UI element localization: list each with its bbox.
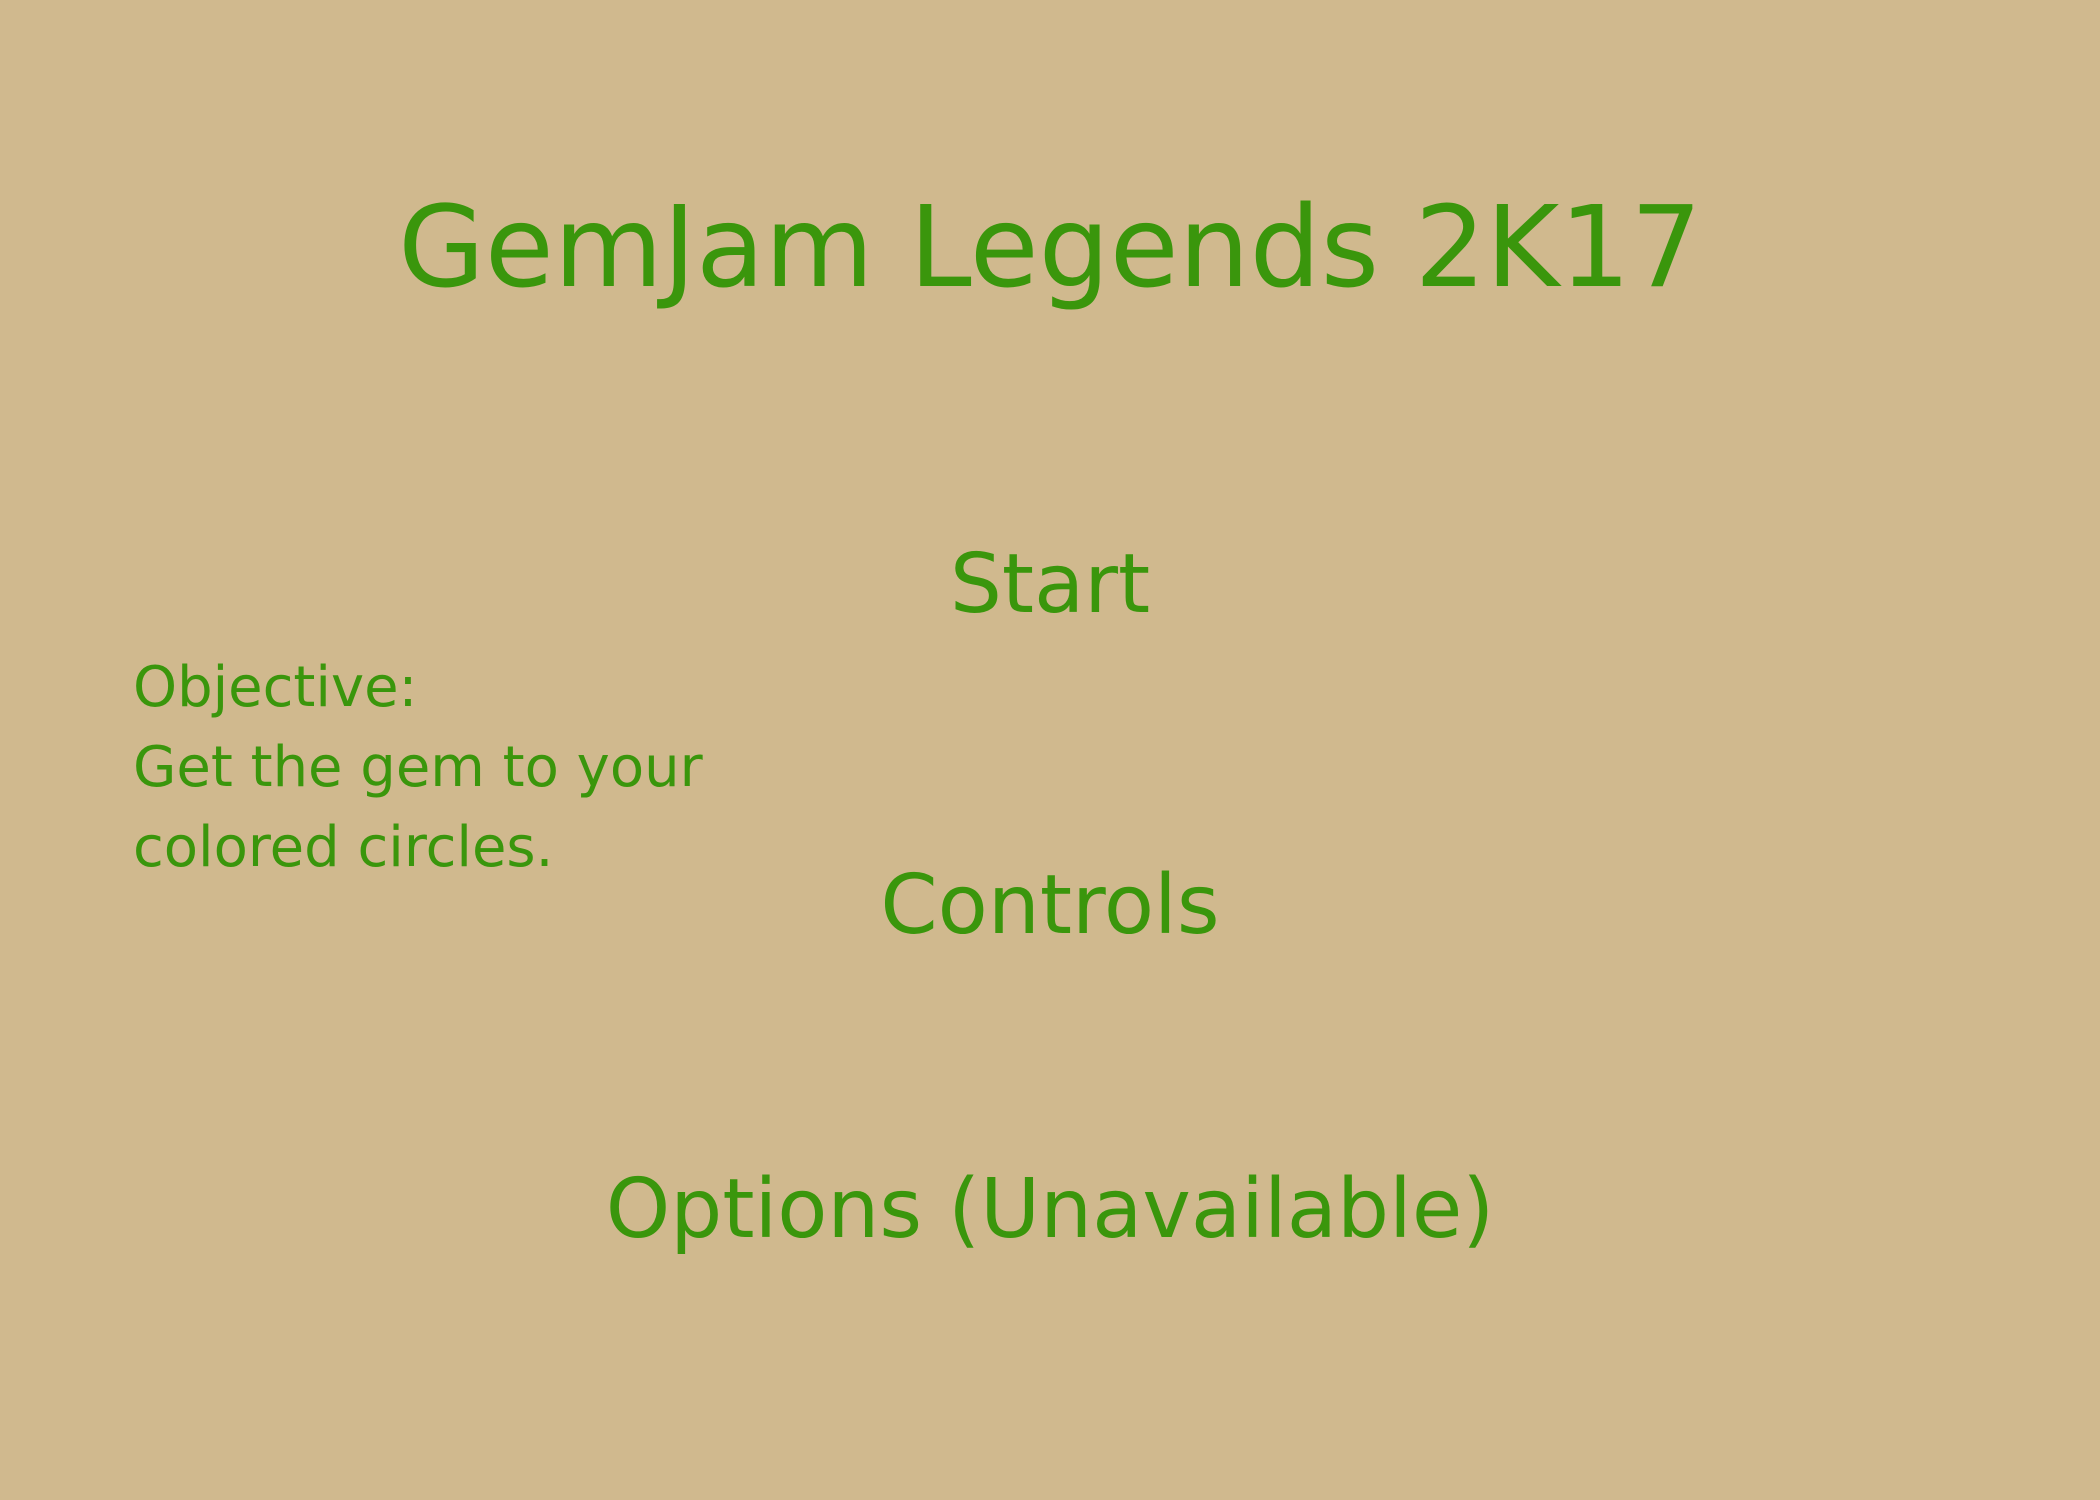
objective-line-1: Get the gem to your <box>133 735 703 800</box>
start-button[interactable]: Start <box>0 530 2100 640</box>
options-button-unavailable: Options (Unavailable) <box>605 1162 1495 1257</box>
game-title: GemJam Legends 2K17 <box>398 183 1702 313</box>
controls-button[interactable]: Controls <box>0 851 2100 961</box>
objective-heading: Objective: <box>133 655 418 720</box>
